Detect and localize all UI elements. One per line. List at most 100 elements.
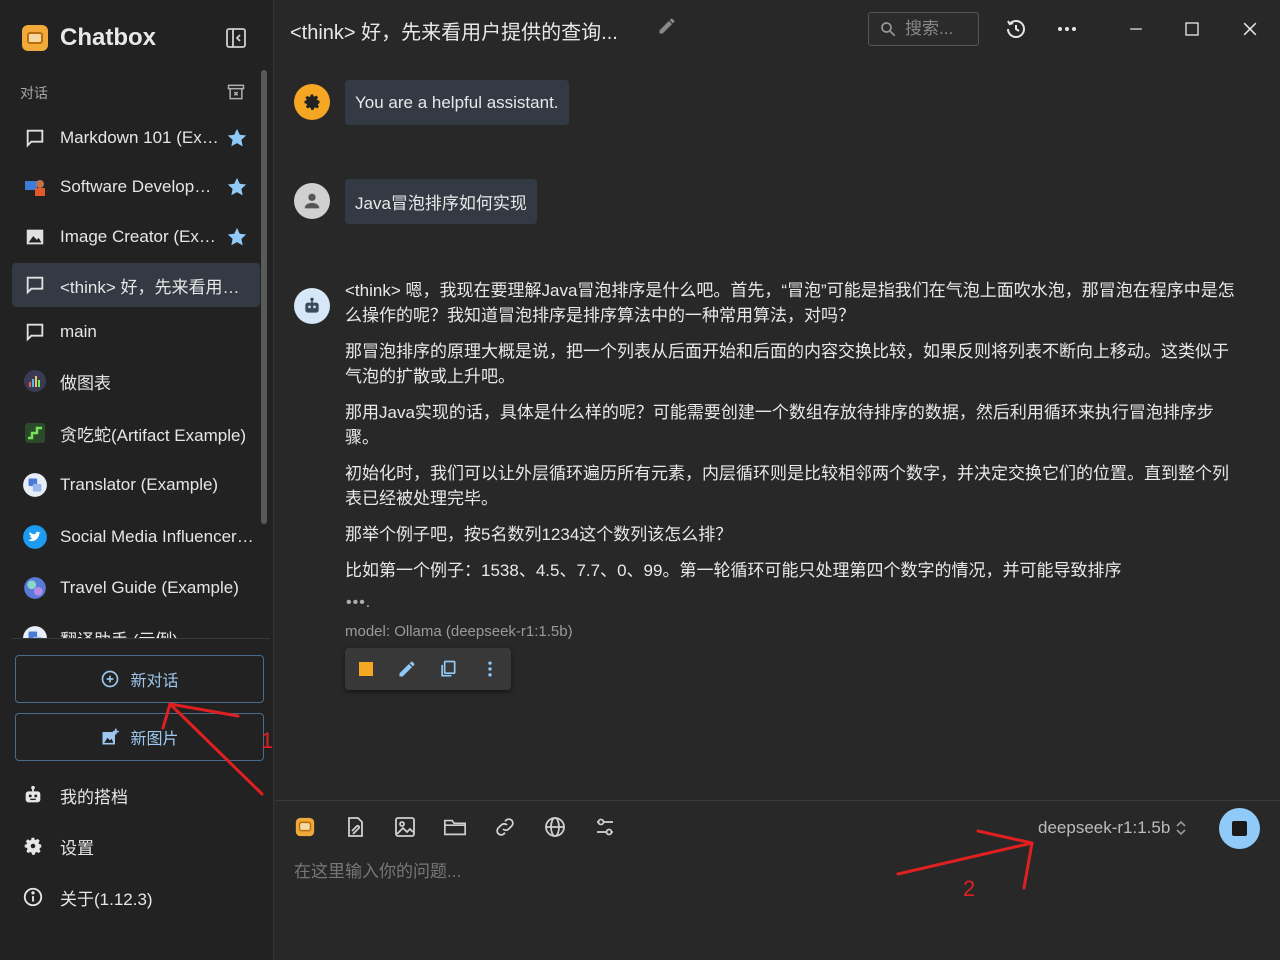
- conversation-item[interactable]: 做图表: [12, 359, 260, 403]
- annotation-label-2: 2: [963, 876, 976, 901]
- conversation-label: 做图表: [60, 373, 111, 393]
- section-label: 对话: [20, 85, 48, 101]
- settings-label: 设置: [60, 838, 94, 858]
- person-icon: [304, 193, 320, 209]
- conversation-item[interactable]: Social Media Influencer (Example): [12, 515, 260, 559]
- assistant-paragraph: 初始化时，我们可以让外层循环遍历所有元素，内层循环则是比较相邻两个数字，并决定交…: [345, 464, 1229, 508]
- edit-icon[interactable]: [396, 658, 418, 680]
- settings-item[interactable]: 设置: [22, 831, 94, 861]
- search-icon: [881, 22, 896, 37]
- attach-file-icon[interactable]: [343, 815, 367, 839]
- model-info: model: Ollama (deepseek-r1:1.5b): [345, 623, 573, 640]
- edit-title-icon[interactable]: [657, 16, 677, 36]
- annotation-label-1: 1: [261, 728, 274, 753]
- conversation-item-active[interactable]: <think> 好，先来看用户提供的查询内容: [12, 263, 260, 307]
- collapse-sidebar-icon[interactable]: [224, 26, 248, 50]
- snake-avatar-icon: [22, 420, 48, 446]
- system-message: You are a helpful assistant.: [345, 80, 569, 125]
- star-icon[interactable]: [226, 127, 248, 149]
- folder-icon[interactable]: [443, 815, 467, 839]
- assistant-paragraph: 那冒泡排序的原理大概是说，把一个列表从后面开始和后面的内容交换比较，如果反则将列…: [345, 342, 1229, 386]
- globe-avatar-icon: [22, 575, 48, 601]
- about-item[interactable]: 关于(1.12.3): [22, 882, 153, 912]
- system-avatar: [294, 84, 330, 120]
- add-circle-icon: [102, 670, 119, 688]
- gear-icon: [24, 837, 42, 855]
- conversation-item[interactable]: Travel Guide (Example): [12, 566, 260, 610]
- conversation-label: 翻译助手 (示例): [60, 626, 256, 639]
- conversation-label: 贪吃蛇(Artifact Example): [60, 425, 247, 445]
- assistant-message: <think> 嗯，我现在要理解Java冒泡排序是什么吧。首先，“冒泡”可能是指…: [345, 278, 1245, 594]
- message-input[interactable]: [294, 857, 1254, 947]
- unfold-icon: [1176, 820, 1186, 836]
- sidebar-scrollbar[interactable]: [261, 70, 267, 524]
- stop-generating-icon[interactable]: [355, 658, 377, 680]
- conversation-label: Translator (Example): [60, 475, 219, 494]
- robot-icon: [305, 297, 319, 313]
- model-selector[interactable]: deepseek-r1:1.5b: [1038, 818, 1188, 838]
- image-upload-icon[interactable]: [393, 815, 417, 839]
- new-image-label: 新图片: [130, 731, 179, 748]
- minimize-icon[interactable]: [1124, 17, 1148, 41]
- maximize-icon[interactable]: [1180, 17, 1204, 41]
- developer-avatar-icon: [22, 174, 48, 200]
- conversation-label: Image Creator (Example): [60, 227, 220, 246]
- loading-indicator: •••.: [346, 594, 372, 611]
- search-input[interactable]: [905, 19, 975, 39]
- more-vertical-icon[interactable]: [479, 658, 501, 680]
- stop-button[interactable]: [1219, 808, 1260, 849]
- conversation-list[interactable]: Markdown 101 (Example) Software Develope…: [12, 114, 260, 638]
- conversation-item[interactable]: main: [12, 310, 260, 354]
- chat-bubble-icon: [22, 125, 48, 151]
- more-horizontal-icon[interactable]: [1055, 17, 1079, 41]
- globe-icon[interactable]: [543, 815, 567, 839]
- assistant-paragraph: 比如第一个例子：1538、4.5、7.7、0、99。第一轮循环可能只处理第四个数…: [345, 561, 1122, 580]
- chat-title[interactable]: <think> 好，先来看用户提供的查询...: [290, 16, 618, 45]
- link-icon[interactable]: [493, 815, 517, 839]
- archive-icon[interactable]: [226, 82, 246, 102]
- about-label: 关于(1.12.3): [60, 889, 153, 909]
- conversation-item[interactable]: 贪吃蛇(Artifact Example): [12, 411, 260, 455]
- new-image-button[interactable]: 新图片: [15, 713, 264, 761]
- conversation-label: Travel Guide (Example): [60, 578, 239, 597]
- assistant-paragraph: 那举个例子吧，按5名数列1234这个数列该怎么排？: [345, 525, 733, 544]
- star-icon[interactable]: [226, 226, 248, 248]
- robot-icon: [25, 785, 41, 803]
- chat-bubble-icon: [22, 319, 48, 345]
- conversation-item[interactable]: 翻译助手 (示例): [12, 616, 260, 638]
- history-icon[interactable]: [1004, 17, 1028, 41]
- conversation-item[interactable]: Markdown 101 (Example): [12, 116, 260, 160]
- my-copilots-item[interactable]: 我的搭档: [22, 780, 128, 810]
- new-chat-button[interactable]: 新对话: [15, 655, 264, 703]
- conversation-item[interactable]: Image Creator (Example): [12, 215, 260, 259]
- brand: Chatbox: [22, 22, 156, 54]
- conversation-label: Markdown 101 (Example): [60, 128, 220, 147]
- gear-icon: [304, 94, 320, 110]
- conversation-label: Software Developer (Example): [60, 177, 220, 196]
- info-icon: [23, 887, 43, 907]
- star-icon[interactable]: [226, 176, 248, 198]
- copy-icon[interactable]: [437, 658, 459, 680]
- conversation-item[interactable]: Translator (Example): [12, 463, 260, 507]
- my-copilots-label: 我的搭档: [60, 787, 128, 807]
- chatbox-app: Chatbox 对话 Markdown 101 (Example) Softwa…: [0, 0, 1280, 960]
- chatbox-logo-icon[interactable]: [293, 815, 317, 839]
- close-icon[interactable]: [1238, 17, 1262, 41]
- stop-icon: [1232, 821, 1247, 836]
- settings-sliders-icon[interactable]: [593, 815, 617, 839]
- sidebar-divider: [12, 638, 270, 639]
- assistant-paragraph: <think> 嗯，我现在要理解Java冒泡排序是什么吧。首先，“冒泡”可能是指…: [345, 281, 1235, 325]
- image-icon: [22, 224, 48, 250]
- twitter-avatar-icon: [22, 524, 48, 550]
- translator-avatar-icon: [22, 625, 48, 638]
- translator-avatar-icon: [22, 472, 48, 498]
- conversation-label: main: [60, 322, 97, 341]
- user-avatar: [294, 183, 330, 219]
- search-box[interactable]: [868, 12, 979, 46]
- conversation-item[interactable]: Software Developer (Example): [12, 165, 260, 209]
- sidebar: Chatbox 对话 Markdown 101 (Example) Softwa…: [0, 0, 274, 960]
- input-area: deepseek-r1:1.5b: [275, 800, 1280, 960]
- chart-avatar-icon: [22, 368, 48, 394]
- assistant-paragraph: 那用Java实现的话，具体是什么样的呢？可能需要创建一个数组存放待排序的数据，然…: [345, 403, 1214, 447]
- message-toolbar: [345, 648, 511, 690]
